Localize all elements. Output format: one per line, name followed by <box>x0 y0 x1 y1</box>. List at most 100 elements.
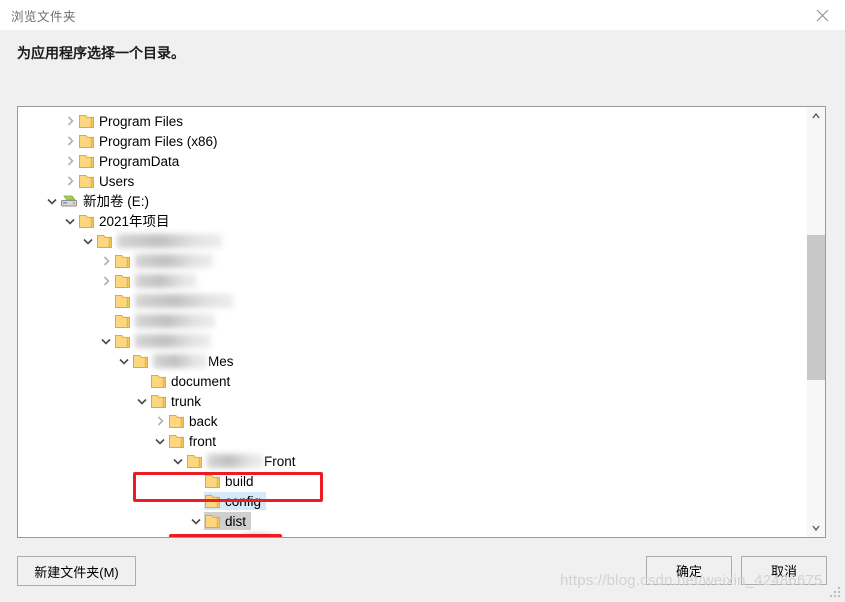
tree-item[interactable] <box>18 251 806 271</box>
tree-item[interactable]: 新加卷 (E:) <box>18 191 806 211</box>
tree-item[interactable]: Program Files (x86) <box>18 131 806 151</box>
tree-item[interactable]: ProgramData <box>18 151 806 171</box>
folder-icon <box>114 294 131 309</box>
tree-item-content[interactable] <box>114 252 219 270</box>
tree-item[interactable]: dist <box>18 511 806 531</box>
tree-item[interactable]: trunk <box>18 391 806 411</box>
tree-item-content[interactable]: Front <box>186 452 301 470</box>
chevron-down-icon <box>812 525 820 531</box>
tree-item[interactable] <box>18 291 806 311</box>
tree-item-label: trunk <box>171 393 202 409</box>
expand-chevron-icon[interactable] <box>152 411 168 431</box>
tree-item-content[interactable]: build <box>204 472 259 490</box>
tree-item-content[interactable] <box>114 292 239 310</box>
tree-item-content[interactable] <box>222 532 289 537</box>
tree-item-label: front <box>189 433 217 449</box>
new-folder-button[interactable]: 新建文件夹(M) <box>17 556 136 586</box>
ok-button[interactable]: 确定 <box>646 556 732 585</box>
tree-item-content[interactable] <box>114 332 217 350</box>
tree-item-content[interactable]: 新加卷 (E:) <box>60 192 154 210</box>
collapse-chevron-icon[interactable] <box>170 451 186 471</box>
tree-item[interactable]: build <box>18 471 806 491</box>
tree-item-label: back <box>189 413 218 429</box>
expand-chevron-icon[interactable] <box>62 151 78 171</box>
tree-item-label: document <box>171 373 231 389</box>
tree-item[interactable]: config <box>18 491 806 511</box>
collapse-chevron-icon[interactable] <box>116 351 132 371</box>
tree-item-label: config <box>225 493 262 509</box>
close-button[interactable] <box>799 0 845 30</box>
scroll-down-button[interactable] <box>807 519 825 537</box>
tree-item[interactable]: front <box>18 431 806 451</box>
tree-item-content[interactable]: Program Files (x86) <box>78 132 223 150</box>
folder-icon <box>168 434 185 449</box>
tree-item[interactable]: back <box>18 411 806 431</box>
tree-item-content[interactable]: trunk <box>150 392 206 410</box>
tree-item-content[interactable]: Mes <box>132 352 239 370</box>
cancel-button[interactable]: 取消 <box>741 556 827 585</box>
collapse-chevron-icon[interactable] <box>152 431 168 451</box>
tree-item[interactable]: document <box>18 371 806 391</box>
expand-chevron-icon[interactable] <box>98 251 114 271</box>
tree-item-content[interactable]: back <box>168 412 223 430</box>
folder-icon <box>114 314 131 329</box>
resize-grip[interactable] <box>830 587 842 599</box>
title-bar: 浏览文件夹 <box>0 0 845 30</box>
tree-item-content[interactable]: document <box>150 372 235 390</box>
tree-item[interactable] <box>18 311 806 331</box>
redacted-label <box>135 334 211 348</box>
scroll-up-button[interactable] <box>807 107 825 125</box>
vertical-scrollbar[interactable] <box>806 107 825 537</box>
collapse-chevron-icon[interactable] <box>80 231 96 251</box>
folder-icon <box>114 274 131 289</box>
folder-icon <box>222 534 239 537</box>
tree-item-content[interactable]: Program Files <box>78 112 188 130</box>
folder-tree[interactable]: Program Files Program Files (x86) ProgramD… <box>18 107 806 537</box>
redacted-label <box>243 534 283 537</box>
tree-item[interactable]: Front <box>18 451 806 471</box>
tree-item[interactable] <box>18 271 806 291</box>
collapse-chevron-icon[interactable] <box>188 511 204 531</box>
folder-icon <box>132 354 149 369</box>
tree-item-content[interactable] <box>114 272 203 290</box>
tree-item-label: dist <box>225 513 247 529</box>
redacted-label <box>153 354 207 368</box>
expand-chevron-icon[interactable] <box>98 271 114 291</box>
window-title: 浏览文件夹 <box>11 9 77 24</box>
redacted-label <box>117 234 222 248</box>
expand-chevron-icon[interactable] <box>62 111 78 131</box>
tree-item[interactable]: Users <box>18 171 806 191</box>
tree-item-label: 新加卷 (E:) <box>83 193 149 209</box>
tree-item[interactable] <box>18 231 806 251</box>
folder-icon <box>78 174 95 189</box>
tree-item[interactable]: Mes <box>18 351 806 371</box>
collapse-chevron-icon[interactable] <box>98 331 114 351</box>
tree-item-content[interactable]: ProgramData <box>78 152 184 170</box>
collapse-chevron-icon[interactable] <box>62 211 78 231</box>
collapse-chevron-icon[interactable] <box>134 391 150 411</box>
tree-item-content[interactable]: Users <box>78 172 139 190</box>
tree-item-content[interactable]: front <box>168 432 221 450</box>
scrollbar-thumb[interactable] <box>807 235 825 380</box>
tree-item-content[interactable] <box>114 312 221 330</box>
expand-chevron-icon[interactable] <box>62 131 78 151</box>
tree-item-label: Program Files <box>99 113 184 129</box>
tree-item-label: Program Files (x86) <box>99 133 218 149</box>
tree-item-content[interactable]: 2021年项目 <box>78 212 175 230</box>
tree-item[interactable] <box>18 531 806 537</box>
scrollbar-track[interactable] <box>807 125 825 519</box>
tree-item[interactable] <box>18 331 806 351</box>
tree-item-content[interactable]: config <box>204 492 267 510</box>
prompt-text: 为应用程序选择一个目录。 <box>17 45 185 61</box>
tree-item[interactable]: 2021年项目 <box>18 211 806 231</box>
tree-item-content[interactable]: dist <box>204 512 252 530</box>
expand-chevron-icon[interactable] <box>62 171 78 191</box>
folder-icon <box>96 234 113 249</box>
folder-icon <box>186 454 203 469</box>
collapse-chevron-icon[interactable] <box>44 191 60 211</box>
tree-item[interactable]: Program Files <box>18 111 806 131</box>
folder-icon <box>78 154 95 169</box>
folder-icon <box>78 114 95 129</box>
tree-item-content[interactable] <box>96 232 228 250</box>
folder-icon <box>114 334 131 349</box>
